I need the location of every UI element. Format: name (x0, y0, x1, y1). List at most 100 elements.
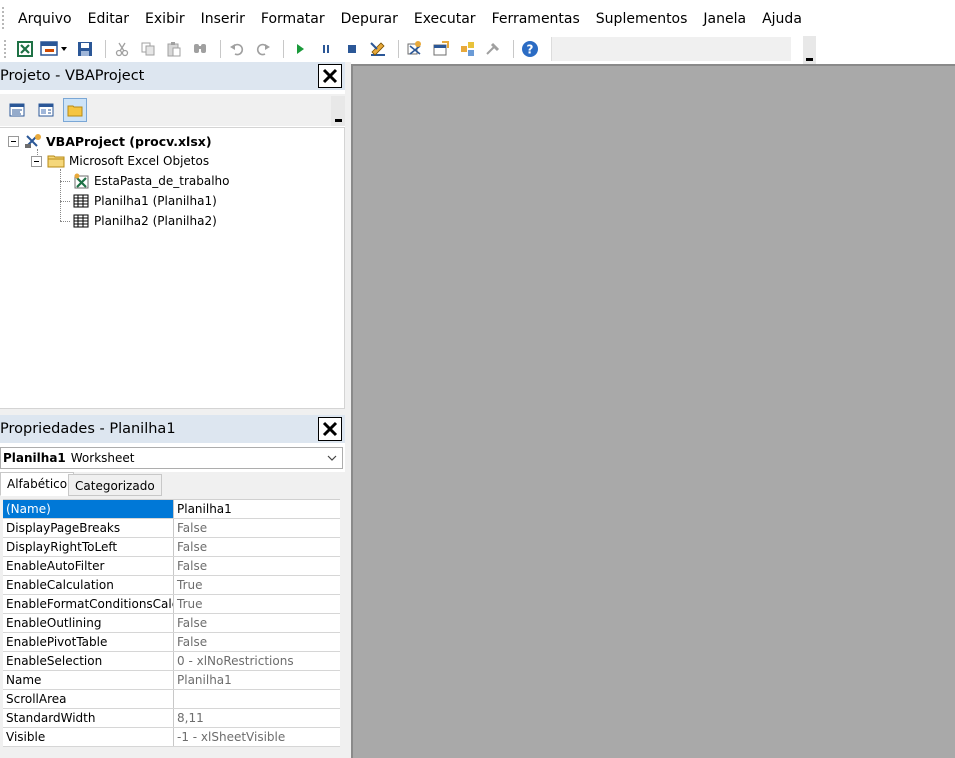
property-value[interactable]: 0 - xlNoRestrictions (174, 652, 340, 670)
run-icon[interactable] (289, 38, 311, 60)
property-value[interactable]: -1 - xlSheetVisible (174, 728, 340, 746)
property-name[interactable]: Visible (3, 728, 174, 746)
property-name[interactable]: DisplayRightToLeft (3, 538, 174, 556)
reset-icon[interactable] (341, 38, 363, 60)
property-row[interactable]: ScrollArea (3, 690, 340, 709)
view-code-icon (9, 103, 25, 117)
property-value[interactable]: False (174, 538, 340, 556)
project-pane-close-button[interactable] (318, 64, 342, 88)
menu-bar-grip[interactable] (2, 7, 8, 29)
toolbox-icon[interactable] (482, 38, 504, 60)
property-value[interactable]: True (174, 576, 340, 594)
toggle-folders-button[interactable] (63, 98, 87, 122)
menu-exibir[interactable]: Exibir (145, 9, 185, 27)
properties-window-icon[interactable] (430, 38, 452, 60)
workbook-icon (72, 173, 90, 189)
menu-depurar[interactable]: Depurar (341, 9, 398, 27)
tree-item-planilha1[interactable]: Planilha1 (Planilha1) (72, 192, 217, 210)
project-explorer-icon[interactable] (404, 38, 426, 60)
find-icon[interactable] (189, 38, 211, 60)
property-row[interactable]: EnableAutoFilter False (3, 557, 340, 576)
insert-userform-icon[interactable] (40, 38, 70, 60)
tree-item-vbaproject[interactable]: VBAProject (procv.xlsx) (8, 132, 212, 150)
property-value[interactable]: False (174, 519, 340, 537)
undo-icon[interactable] (226, 38, 248, 60)
toolbar-options-button[interactable] (803, 36, 816, 64)
menu-arquivo[interactable]: Arquivo (18, 9, 72, 27)
menu-ajuda[interactable]: Ajuda (762, 9, 802, 27)
property-row[interactable]: EnableOutlining False (3, 614, 340, 633)
property-row[interactable]: EnableCalculation True (3, 576, 340, 595)
property-row[interactable]: Visible -1 - xlSheetVisible (3, 728, 340, 747)
property-name[interactable]: EnableFormatConditionsCalculation (3, 595, 174, 613)
object-selector-dropdown[interactable]: Planilha1 Worksheet (0, 447, 343, 469)
property-value[interactable]: Planilha1 (174, 500, 340, 518)
paste-icon[interactable] (163, 38, 185, 60)
redo-icon[interactable] (252, 38, 274, 60)
toolbar-separator (283, 40, 284, 58)
project-tree: VBAProject (procv.xlsx) Microsoft Excel … (0, 127, 345, 409)
view-object-button[interactable] (34, 98, 58, 122)
property-row[interactable]: EnableSelection 0 - xlNoRestrictions (3, 652, 340, 671)
property-value[interactable]: Planilha1 (174, 671, 340, 689)
project-toolbar-overflow-button[interactable] (331, 96, 345, 126)
property-value[interactable] (174, 690, 340, 708)
property-row[interactable]: EnableFormatConditionsCalculationTrue (3, 595, 340, 614)
tree-item-excel-objects[interactable]: Microsoft Excel Objetos (31, 152, 209, 170)
copy-icon[interactable] (137, 38, 159, 60)
cut-icon[interactable] (111, 38, 133, 60)
collapse-toggle[interactable] (8, 135, 19, 147)
mdi-workspace[interactable] (351, 64, 955, 758)
property-value[interactable]: False (174, 557, 340, 575)
tab-alfabetico[interactable]: Alfabético (0, 472, 75, 496)
menu-inserir[interactable]: Inserir (201, 9, 245, 27)
object-browser-icon[interactable] (456, 38, 478, 60)
property-value[interactable]: False (174, 614, 340, 632)
help-icon[interactable]: ? (519, 38, 541, 60)
property-row[interactable]: Name Planilha1 (3, 671, 340, 690)
tab-categorizado[interactable]: Categorizado (68, 474, 162, 496)
tree-item-label: EstaPasta_de_trabalho (94, 174, 230, 188)
tree-item-estapasta[interactable]: EstaPasta_de_trabalho (72, 172, 230, 190)
property-row[interactable]: DisplayRightToLeft False (3, 538, 340, 557)
property-name[interactable]: EnableSelection (3, 652, 174, 670)
property-name[interactable]: (Name) (3, 500, 174, 518)
menu-executar[interactable]: Executar (414, 9, 476, 27)
pause-icon[interactable] (315, 38, 337, 60)
property-row[interactable]: DisplayPageBreaks False (3, 519, 340, 538)
folder-icon (47, 153, 65, 169)
property-value[interactable]: False (174, 633, 340, 651)
property-name[interactable]: StandardWidth (3, 709, 174, 727)
view-code-button[interactable] (5, 98, 29, 122)
properties-pane-close-button[interactable] (318, 417, 342, 441)
property-row[interactable]: EnablePivotTable False (3, 633, 340, 652)
properties-grid-scrollbar[interactable] (340, 496, 345, 758)
property-row[interactable]: StandardWidth 8,11 (3, 709, 340, 728)
menu-editar[interactable]: Editar (88, 9, 129, 27)
menu-formatar[interactable]: Formatar (261, 9, 325, 27)
property-name[interactable]: EnableOutlining (3, 614, 174, 632)
property-name[interactable]: ScrollArea (3, 690, 174, 708)
property-value[interactable]: True (174, 595, 340, 613)
tree-item-planilha2[interactable]: Planilha2 (Planilha2) (72, 212, 217, 230)
collapse-toggle[interactable] (31, 155, 42, 167)
property-name[interactable]: Name (3, 671, 174, 689)
property-name[interactable]: EnableCalculation (3, 576, 174, 594)
save-icon[interactable] (74, 38, 96, 60)
object-name: Planilha1 (3, 451, 66, 465)
toolbar-status-field (551, 37, 791, 61)
menu-janela[interactable]: Janela (703, 9, 746, 27)
property-name[interactable]: DisplayPageBreaks (3, 519, 174, 537)
design-mode-icon[interactable] (367, 38, 389, 60)
menu-ferramentas[interactable]: Ferramentas (492, 9, 580, 27)
properties-grid-container: (Name) Planilha1 DisplayPageBreaks False Dis… (0, 496, 345, 758)
view-excel-icon[interactable] (14, 38, 36, 60)
object-type: Worksheet (70, 451, 135, 465)
menu-suplementos[interactable]: Suplementos (596, 9, 688, 27)
property-row[interactable]: (Name) Planilha1 (3, 500, 340, 519)
tree-connector (60, 201, 70, 202)
property-value[interactable]: 8,11 (174, 709, 340, 727)
toolbar-grip[interactable] (4, 40, 8, 58)
property-name[interactable]: EnableAutoFilter (3, 557, 174, 575)
property-name[interactable]: EnablePivotTable (3, 633, 174, 651)
